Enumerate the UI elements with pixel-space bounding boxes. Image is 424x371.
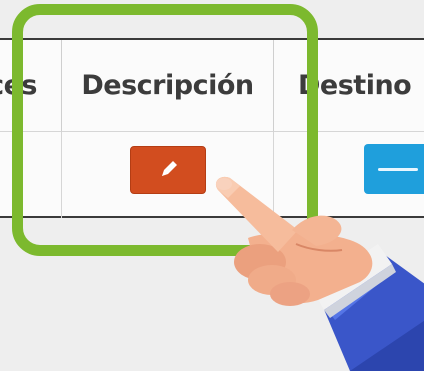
table-cell (0, 132, 62, 218)
column-header-destino[interactable]: Destino (274, 40, 424, 132)
pencil-icon (162, 161, 177, 176)
column-header-partial: ces (0, 40, 62, 132)
edit-description-button[interactable] (130, 146, 206, 194)
pointing-hand-icon (215, 176, 424, 371)
column-header-descripcion[interactable]: Descripción (62, 40, 274, 132)
